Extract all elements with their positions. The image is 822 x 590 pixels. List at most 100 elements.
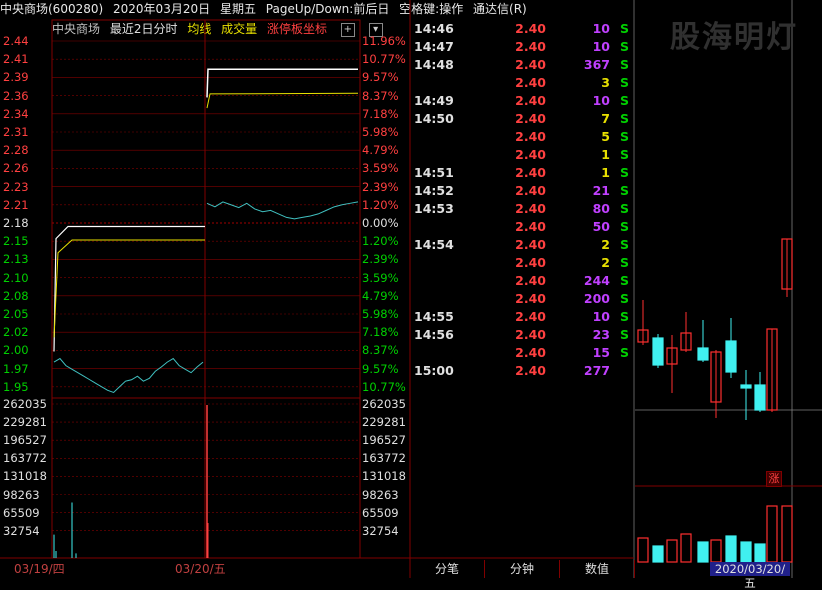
price-tick-label: 2.02 [3,325,29,340]
kline-volume-bar [710,539,722,563]
percent-tick-label: 1.20% [362,234,399,249]
tick-side-flag: S [620,201,630,216]
tab-0[interactable]: 分笔 [410,560,485,578]
tick-time: 14:50 [414,111,454,126]
percent-tick-label: 9.57% [362,361,399,376]
kline-volume-bar [652,545,664,563]
day2-overlay-line [206,201,359,220]
tick-volume: 7 [601,111,610,126]
tick-side-flag: S [620,111,630,126]
watermark: 股海明灯 [670,20,798,55]
price-tick-label: 2.39 [3,70,29,85]
tick-row[interactable]: 2.40 200 S [410,290,634,308]
tick-row[interactable]: 2.40 50 S [410,218,634,236]
limit-up-badge: 涨 [766,471,782,487]
price-tick-label: 2.10 [3,270,29,285]
tick-volume: 80 [592,201,610,216]
tick-price: 2.40 [515,111,546,126]
tick-time: 14:48 [414,57,454,72]
tick-price: 2.40 [515,219,546,234]
tick-row[interactable]: 14:55 2.40 10 S [410,308,634,326]
price-tick-label: 2.13 [3,252,29,267]
tick-row[interactable]: 14:52 2.40 21 S [410,182,634,200]
percent-tick-label: 3.59% [362,161,399,176]
tick-time: 14:47 [414,39,454,54]
tick-row[interactable]: 14:50 2.40 7 S [410,110,634,128]
tick-price: 2.40 [515,75,546,90]
tick-side-flag: S [620,183,630,198]
volume-tick-label: 98263 [3,487,40,502]
tick-row[interactable]: 2.40 5 S [410,128,634,146]
kline-volume-bar [740,541,752,563]
volume-tick-label: 131018 [3,469,47,484]
percent-tick-label: 2.39% [362,252,399,267]
tick-row[interactable]: 14:56 2.40 23 S [410,326,634,344]
volume-tick-label: 229281 [3,415,47,430]
tick-row[interactable]: 2.40 15 S [410,344,634,362]
tick-price: 2.40 [515,363,546,378]
percent-tick-label: 4.79% [362,288,399,303]
candle-body [652,337,664,366]
tab-2[interactable]: 数值 [560,560,635,578]
tick-row[interactable]: 14:49 2.40 10 S [410,92,634,110]
volume-tick-label: 229281 [362,415,406,430]
tick-time: 14:53 [414,201,454,216]
tick-price: 2.40 [515,39,546,54]
volume-tick-label: 196527 [3,433,47,448]
percent-tick-label: 9.57% [362,70,399,85]
tick-volume: 10 [592,39,610,54]
tick-row[interactable]: 14:53 2.40 80 S [410,200,634,218]
volume-tick-label: 65509 [3,505,40,520]
tick-price: 2.40 [515,21,546,36]
tick-volume: 2 [601,237,610,252]
price-tick-label: 2.34 [3,106,29,121]
percent-tick-label: 2.39% [362,179,399,194]
price-tick-label: 1.97 [3,361,29,376]
tick-side-flag: S [620,75,630,90]
tick-time: 14:51 [414,165,454,180]
tick-volume: 10 [592,21,610,36]
price-tick-label: 2.26 [3,161,29,176]
kline-volume-bar [637,537,649,563]
tick-volume: 1 [601,165,610,180]
tick-row[interactable]: 14:51 2.40 1 S [410,164,634,182]
price-tick-label: 1.95 [3,379,29,394]
tick-row[interactable]: 14:48 2.40 367 S [410,56,634,74]
kline-volume-bar [697,541,709,563]
tick-price: 2.40 [515,147,546,162]
candle-body [697,347,709,361]
tick-time: 14:46 [414,21,454,36]
tick-volume: 23 [592,327,610,342]
price-tick-label: 2.18 [3,216,29,230]
tick-volume: 15 [592,345,610,360]
tick-row[interactable]: 15:00 2.40 277 [410,362,634,380]
tick-row[interactable]: 14:54 2.40 2 S [410,236,634,254]
tick-volume: 10 [592,93,610,108]
tick-row[interactable]: 2.40 3 S [410,74,634,92]
tick-time: 14:49 [414,93,454,108]
tick-row[interactable]: 2.40 1 S [410,146,634,164]
tick-row[interactable]: 14:47 2.40 10 S [410,38,634,56]
tick-side-flag: S [620,237,630,252]
tick-list[interactable]: 14:46 2.40 10 S 14:47 2.40 10 S 14:48 2.40 367 S 2.4… [410,20,634,560]
percent-tick-label: 7.18% [362,325,399,340]
tick-volume: 50 [592,219,610,234]
price-tick-label: 2.00 [3,343,29,358]
tick-volume: 3 [601,75,610,90]
tick-volume: 2 [601,255,610,270]
price-tick-label: 2.15 [3,234,29,249]
tick-price: 2.40 [515,273,546,288]
tick-price: 2.40 [515,291,546,306]
tick-time: 14:55 [414,309,454,324]
volume-tick-label: 163772 [3,451,47,466]
kline-volume-bar [725,535,737,563]
candle-body [740,384,752,389]
tick-volume: 5 [601,129,610,144]
tab-1[interactable]: 分钟 [485,560,560,578]
tick-price: 2.40 [515,345,546,360]
tick-row[interactable]: 2.40 244 S [410,272,634,290]
tick-row[interactable]: 14:46 2.40 10 S [410,20,634,38]
volume-tick-label: 163772 [362,451,406,466]
tick-time: 14:54 [414,237,454,252]
tick-row[interactable]: 2.40 2 S [410,254,634,272]
